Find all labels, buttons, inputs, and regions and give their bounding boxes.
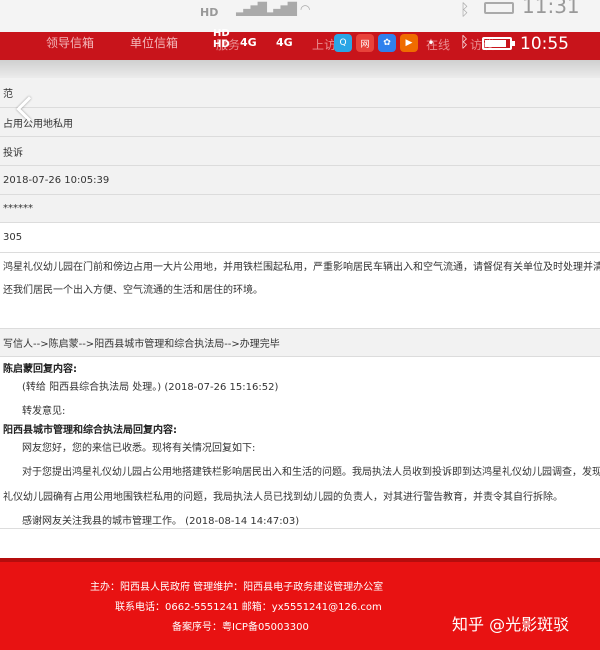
battery-icon xyxy=(484,2,514,14)
status-time: 10:55 xyxy=(520,34,569,54)
hd-indicator: HD xyxy=(200,6,219,19)
header-shadow xyxy=(0,60,600,78)
reply-title: 陈启蒙回复内容: xyxy=(3,364,77,375)
bluetooth-icon: ᛒ xyxy=(460,33,470,51)
battery-icon xyxy=(482,37,515,50)
reply-text: (转给 阳西县综合执法局 处理。) (2018-07-26 15:16:52) xyxy=(22,382,279,393)
content-line: 鸿星礼仪幼儿园在门前和傍边占用一大片公用地，并用铁栏围起私用，严重影响居民车辆出… xyxy=(3,262,600,273)
footer-sponsor: 主办：阳西县人民政府 管理维护：阳西县电子政务建设管理办公室 xyxy=(90,582,384,593)
video-icon: ▶ xyxy=(400,34,418,52)
more-icon: • xyxy=(427,36,435,50)
signal-4g-icon: 4G xyxy=(240,36,257,49)
wifi-icon: ◠ xyxy=(300,2,311,16)
letter-author: ****** xyxy=(0,195,600,223)
watermark: 知乎 @光影斑驳 xyxy=(452,615,570,634)
notification-icons: Q 网 ✿ ▶ • xyxy=(334,34,440,52)
app-icon: ✿ xyxy=(378,34,396,52)
qq-icon: Q xyxy=(334,34,352,52)
letter-title: 占用公用地私用 xyxy=(0,108,600,137)
breadcrumb: 范 xyxy=(0,78,600,108)
letter-category: 投诉 xyxy=(0,137,600,166)
news-icon: 网 xyxy=(356,34,374,52)
nav-ghost-item: 上访 xyxy=(312,38,337,52)
reply-paragraph: 礼仪幼儿园确有占用公用地围铁栏私用的问题，我局执法人员已找到幼儿园的负责人，对其… xyxy=(3,492,563,503)
process-flow: 写信人-->陈启蒙-->阳西县城市管理和综合执法局-->办理完毕 xyxy=(0,329,600,357)
forward-opinion: 转发意见: xyxy=(22,406,66,417)
signal-4g-icon: 4G xyxy=(276,36,293,49)
ghost-status-bar: HD ▂▄▆█ ▂▄▆█ ◠ ᛒ 11:31 xyxy=(0,0,600,34)
footer-icp: 备案序号：粤ICP备05003300 xyxy=(172,622,309,633)
reply-paragraph: 对于您提出鸿星礼仪幼儿园占公用地搭建铁栏影响居民出入和生活的问题。我局执法人员收… xyxy=(22,467,600,478)
signal-icon: ▂▄▆█ xyxy=(236,2,267,16)
footer-contact: 联系电话：0662-5551241 邮箱：yx5551241@126.com xyxy=(115,602,382,613)
divider xyxy=(0,528,600,529)
nav-unit-mailbox[interactable]: 单位信箱 xyxy=(130,34,178,51)
status-time: 11:31 xyxy=(522,0,580,18)
reply-title: 阳西县城市管理和综合执法局回复内容: xyxy=(3,425,177,436)
letter-datetime: 2018-07-26 10:05:39 xyxy=(0,166,600,195)
content-line: 还我们居民一个出入方便、空气流通的生活和居住的环境。 xyxy=(3,285,263,296)
hd-indicator: HD HD xyxy=(213,28,230,50)
bluetooth-icon: ᛒ xyxy=(460,0,470,19)
nav-leader-mailbox[interactable]: 领导信箱 xyxy=(46,34,94,51)
reply-thanks: 感谢网友关注我县的城市管理工作。 (2018-08-14 14:47:03) xyxy=(22,516,300,527)
signal-icon: ▂▄▆█ xyxy=(266,2,297,16)
reply-greeting: 网友您好，您的来信已收悉。现将有关情况回复如下: xyxy=(22,443,256,454)
letter-views: 305 xyxy=(0,223,600,253)
